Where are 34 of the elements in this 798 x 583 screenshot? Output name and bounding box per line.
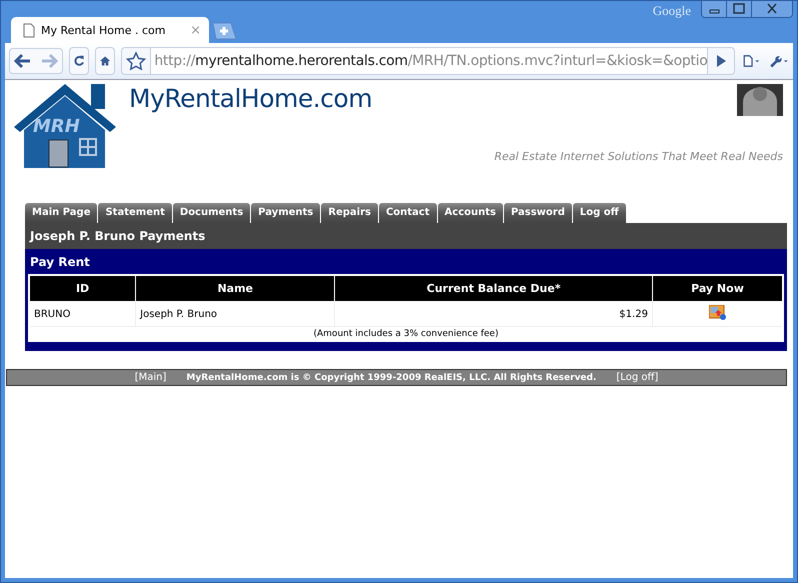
site-logo-text: MyRentalHome.com xyxy=(129,84,372,113)
nav-tab[interactable]: Documents xyxy=(172,203,250,223)
tab-title: My Rental Home . com xyxy=(41,24,166,36)
nav-tab[interactable]: Repairs xyxy=(321,203,378,223)
column-header: Pay Now xyxy=(652,275,783,302)
browser-tab[interactable]: My Rental Home . com × xyxy=(11,17,209,43)
column-header: ID xyxy=(29,275,136,302)
table-cell: Joseph P. Bruno xyxy=(136,302,335,326)
nav-tab[interactable]: Log off xyxy=(572,203,626,223)
reload-button[interactable] xyxy=(69,47,90,75)
nav-tab[interactable]: Password xyxy=(504,203,572,223)
page-icon xyxy=(23,22,35,38)
nav-tab[interactable]: Main Page xyxy=(25,203,98,223)
home-button[interactable] xyxy=(95,47,116,75)
user-avatar-icon xyxy=(737,84,783,116)
column-header: Current Balance Due* xyxy=(334,275,652,302)
tagline: Real Estate Internet Solutions That Meet Real Needs xyxy=(494,150,783,163)
nav-tab[interactable]: Payments xyxy=(251,203,320,223)
new-tab-button[interactable] xyxy=(211,22,237,40)
column-header: Name xyxy=(136,275,335,302)
log-off-link[interactable]: [Log off] xyxy=(616,372,658,383)
copyright-text: MyRentalHome.com is © Copyright 1999-2009 RealEIS, LLC. All Rights Reserved. xyxy=(186,372,596,382)
nav-tab[interactable]: Contact xyxy=(378,203,437,223)
section-title: Pay Rent xyxy=(29,254,91,271)
logo-badge-text: MRH xyxy=(33,116,80,137)
brand-label: Google xyxy=(652,3,691,19)
table-cell: $1.29 xyxy=(334,302,652,326)
nav-tab[interactable]: Statement xyxy=(98,203,172,223)
table-cell: BRUNO xyxy=(29,302,136,326)
page-title: Joseph P. Bruno Payments xyxy=(25,223,787,249)
main-link[interactable]: [Main] xyxy=(134,372,166,383)
nav-tab[interactable]: Accounts xyxy=(438,203,503,223)
address-field[interactable]: http://myrentalhome.herorentals.com/MRH/TN.options.mvc?inturl=&kiosk=&optio xyxy=(150,48,708,74)
pay-now-icon[interactable] xyxy=(708,305,726,320)
